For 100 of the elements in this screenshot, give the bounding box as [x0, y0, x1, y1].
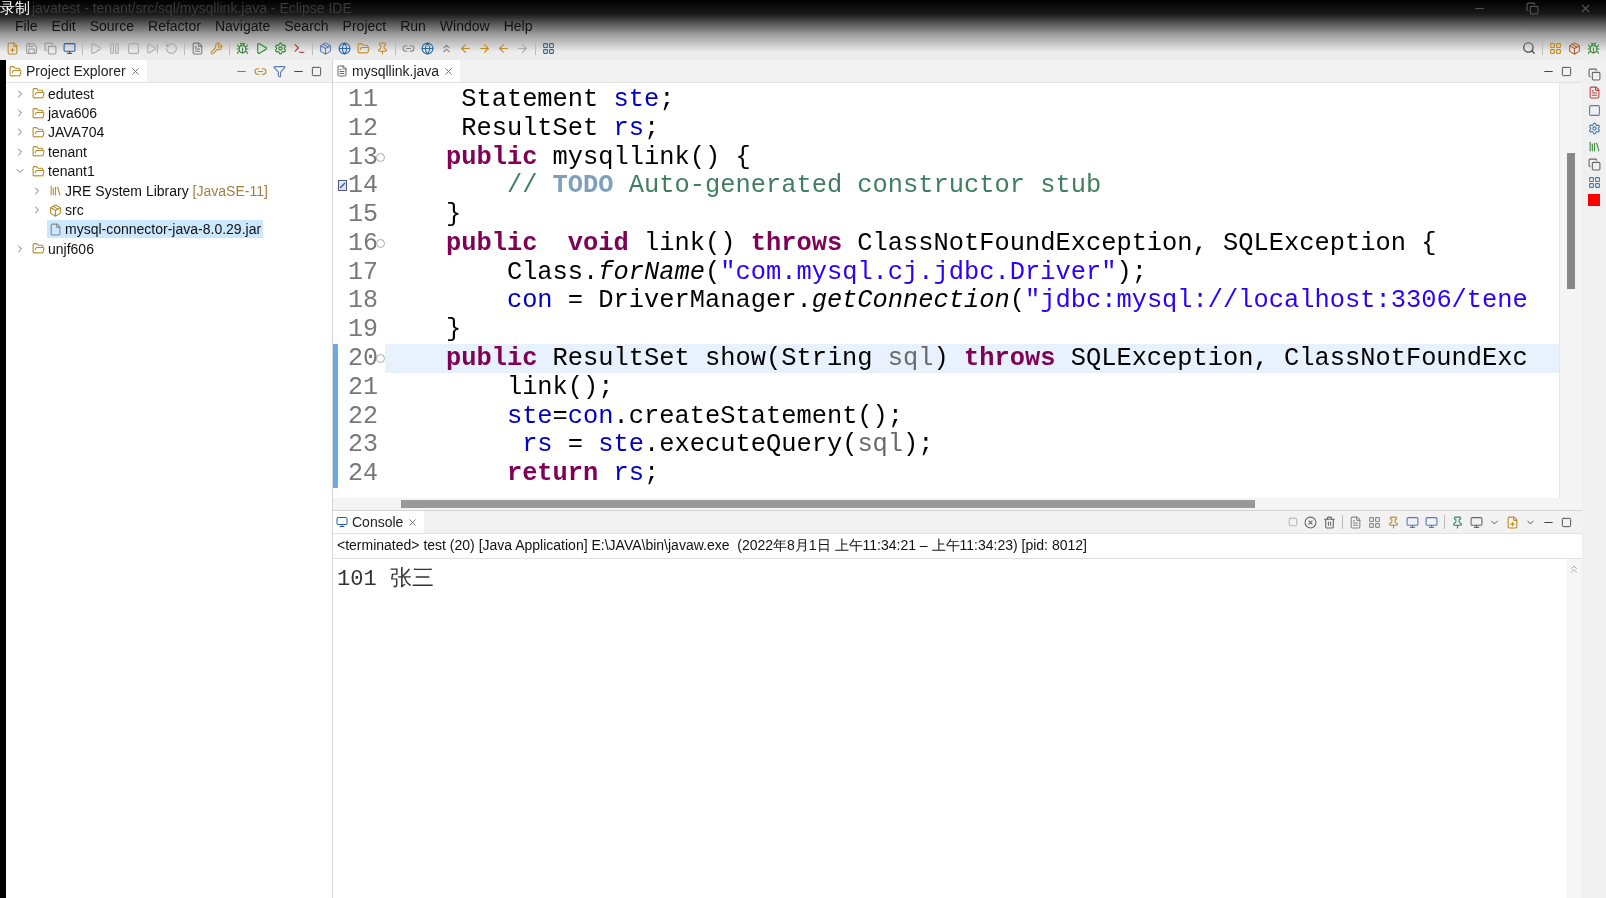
gear-icon[interactable] — [274, 41, 287, 55]
console-icon — [336, 516, 348, 528]
pin-console-icon[interactable] — [1451, 515, 1464, 529]
pin-icon[interactable] — [376, 41, 389, 55]
remove-all-icon[interactable] — [1323, 515, 1336, 529]
close-icon[interactable] — [129, 65, 141, 77]
package-icon — [49, 203, 62, 217]
restore-icon[interactable] — [1587, 158, 1601, 171]
return-icon[interactable] — [165, 41, 178, 55]
library-icon[interactable] — [1587, 140, 1601, 153]
code-line: link(); — [505, 372, 614, 402]
view-icon[interactable] — [1587, 104, 1601, 117]
globe-icon[interactable] — [421, 41, 434, 55]
library-icon — [49, 184, 62, 198]
line-number: 23 — [348, 430, 378, 460]
stop-icon[interactable] — [127, 41, 140, 55]
code-line: } — [444, 315, 462, 345]
menu-item[interactable]: File — [8, 18, 45, 34]
pause-icon[interactable] — [108, 41, 121, 55]
code-line: ste=con.createStatement(); — [505, 401, 904, 431]
project-explorer-tab[interactable]: Project Explorer — [6, 60, 147, 82]
open-console-icon[interactable] — [1506, 515, 1519, 529]
tree-item[interactable]: tenant — [30, 142, 89, 161]
line-number: 15 — [348, 200, 378, 230]
open-folder-icon[interactable] — [357, 41, 370, 55]
show-output-icon[interactable] — [1406, 515, 1419, 529]
project-folder-icon — [32, 125, 45, 139]
marker-icon[interactable] — [1588, 194, 1600, 206]
scrollbar-thumb[interactable] — [1567, 153, 1575, 289]
menu-item[interactable]: Search — [277, 18, 336, 34]
globe-icon[interactable] — [338, 41, 351, 55]
save-icon[interactable] — [25, 41, 38, 55]
remove-launch-icon[interactable] — [1304, 515, 1317, 529]
menu-item[interactable]: Navigate — [207, 18, 278, 34]
maximize-icon[interactable] — [311, 65, 322, 77]
file-icon — [49, 222, 62, 236]
terminate-icon[interactable] — [1288, 517, 1298, 527]
java-perspective-icon[interactable] — [1568, 41, 1581, 55]
folder-icon — [9, 64, 22, 78]
close-icon[interactable] — [443, 65, 455, 77]
line-number: 11 — [348, 84, 378, 114]
menu-item[interactable]: Project — [335, 18, 394, 34]
menu-item[interactable]: Source — [82, 18, 142, 34]
monitor-icon[interactable] — [63, 41, 76, 55]
package-icon[interactable] — [319, 41, 332, 55]
perspective-icon[interactable] — [1549, 41, 1562, 55]
menu-item[interactable]: Window — [432, 18, 497, 34]
step-icon[interactable] — [146, 41, 159, 55]
console-status: <terminated> test (20) [Java Application] E:\JAVA\bin\javaw.exe (2022年8月1日 上午11:34:21 – 上午11:34:23) [pid: 8012] — [333, 534, 1582, 559]
project-folder-icon — [32, 87, 45, 101]
window-icon[interactable] — [542, 41, 555, 55]
editor-tab[interactable]: mysqllink.java — [333, 60, 461, 82]
scrollbar-thumb[interactable] — [401, 500, 1255, 508]
maximize-icon[interactable] — [1561, 516, 1572, 528]
display-console-icon[interactable] — [1470, 515, 1483, 529]
filter-icon[interactable] — [273, 64, 286, 78]
menu-item[interactable]: Refactor — [141, 18, 208, 34]
back-icon[interactable] — [459, 41, 472, 55]
line-number: 18 — [348, 286, 378, 316]
tree-item[interactable]: src — [47, 201, 86, 220]
maximize-icon[interactable] — [1561, 65, 1572, 77]
forward-icon[interactable] — [478, 41, 491, 55]
tree-item[interactable]: JAVA704 — [30, 123, 107, 142]
terminal-icon[interactable] — [293, 41, 306, 55]
scroll-lock-icon[interactable] — [1368, 515, 1381, 529]
console-tab[interactable]: Console — [333, 511, 425, 533]
debug-perspective-icon[interactable] — [1587, 41, 1600, 55]
code-line: public ResultSet show(String sql) throws SQLException, ClassNotFoundExc — [444, 344, 1528, 374]
wrench-icon[interactable] — [210, 41, 223, 55]
tree-item[interactable]: unjf606 — [30, 239, 96, 258]
pin-icon[interactable] — [1387, 515, 1400, 529]
tree-item[interactable]: mysql-connector-java-8.0.29.jar — [47, 220, 264, 239]
project-folder-icon — [32, 242, 45, 256]
run-icon[interactable] — [255, 41, 268, 55]
line-number: 22 — [348, 401, 378, 431]
show-error-icon[interactable] — [1425, 515, 1438, 529]
hierarchy-icon[interactable] — [1587, 122, 1601, 135]
tree-item[interactable]: tenant1 — [30, 162, 97, 181]
task-list-icon[interactable] — [1587, 176, 1601, 189]
forward-icon[interactable] — [516, 41, 529, 55]
code-line: Class.forName("com.mysql.cj.jdbc.Driver"); — [505, 257, 1147, 287]
back-icon[interactable] — [497, 41, 510, 55]
copy-icon[interactable] — [44, 41, 57, 55]
scroll-up-icon[interactable] — [1568, 563, 1580, 575]
search-icon[interactable] — [1522, 41, 1536, 55]
code-line: con = DriverManager.getConnection("jdbc:mysql://localhost:3306/tene — [505, 286, 1528, 316]
bug-icon[interactable] — [236, 41, 249, 55]
tree-item[interactable]: JRE System Library [JavaSE-11] — [47, 181, 270, 200]
restore-icon[interactable] — [1587, 68, 1601, 81]
line-number: 20 — [348, 344, 378, 374]
tree-item[interactable]: edutest — [30, 84, 96, 103]
outline-icon[interactable] — [1587, 86, 1601, 99]
clear-console-icon[interactable] — [1349, 515, 1362, 529]
close-icon[interactable] — [407, 516, 419, 528]
tree-item[interactable]: java606 — [30, 104, 100, 123]
new-file-icon[interactable] — [6, 41, 19, 55]
document-icon[interactable] — [191, 41, 204, 55]
code-line: Statement ste; — [460, 84, 675, 114]
play-icon[interactable] — [89, 41, 102, 55]
restore-icon[interactable] — [1526, 1, 1539, 15]
